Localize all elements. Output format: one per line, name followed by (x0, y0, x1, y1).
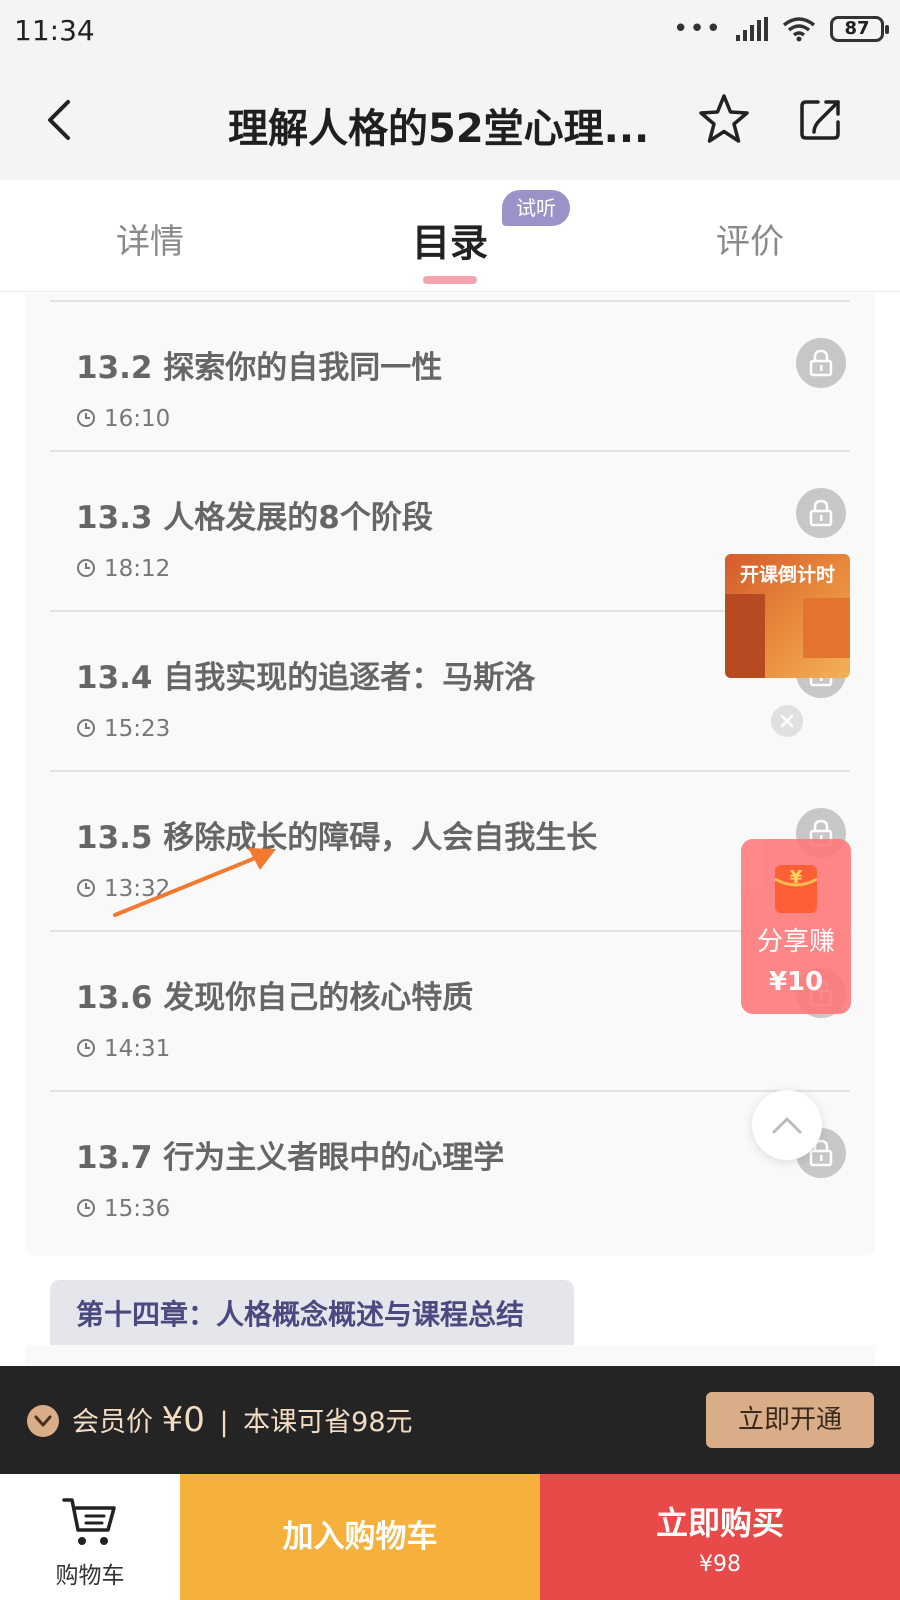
cart-button[interactable]: 购物车 (0, 1474, 180, 1600)
active-tab-indicator (423, 276, 477, 284)
share-earn-button[interactable]: ¥ 分享赚 ¥10 (741, 839, 851, 1014)
lesson-title: 13.2 探索你的自我同一性 (76, 350, 443, 386)
banner-decoration (803, 598, 850, 658)
lesson-duration: 16:10 (104, 406, 171, 432)
clock-icon (77, 1199, 95, 1217)
lock-icon (796, 338, 846, 388)
annotation-arrow-icon (113, 848, 276, 917)
member-price-text: 会员价 ¥0 | 本课可省98元 (72, 1400, 413, 1440)
tab-details[interactable]: 详情 (116, 214, 184, 263)
share-earn-label: 分享赚 (756, 927, 835, 957)
star-icon[interactable] (696, 92, 752, 148)
lesson-title: 13.3 人格发展的8个阶段 (76, 500, 433, 536)
clock-icon (77, 1039, 95, 1057)
cart-label: 购物车 (55, 1563, 125, 1589)
red-packet-icon: ¥ (774, 865, 818, 913)
clock-icon (77, 879, 95, 897)
lesson-duration: 15:23 (104, 716, 171, 742)
battery-indicator: 87 (830, 16, 889, 42)
buy-now-price: ¥98 (699, 1552, 741, 1577)
member-savings: 本课可省98元 (243, 1407, 413, 1438)
member-promo-bar: 会员价 ¥0 | 本课可省98元 立即开通 (0, 1366, 900, 1474)
lesson-duration: 18:12 (104, 556, 171, 582)
trial-badge: 试听 (502, 190, 570, 226)
lesson-title: 13.4 自我实现的追逐者：马斯洛 (76, 660, 536, 696)
lesson-title: 13.7 行为主义者眼中的心理学 (76, 1140, 505, 1176)
buy-now-button[interactable]: 立即购买 ¥98 (540, 1474, 900, 1600)
back-arrow-icon[interactable] (40, 98, 84, 142)
add-to-cart-button[interactable]: 加入购物车 (180, 1474, 540, 1600)
buy-now-label: 立即购买 (655, 1504, 784, 1542)
countdown-label: 开课倒计时 (739, 564, 835, 586)
status-bar: 11:34 ••• 87 (0, 0, 900, 62)
clock-icon (77, 559, 95, 577)
member-label: 会员价 (72, 1407, 153, 1438)
status-time: 11:34 (14, 14, 95, 47)
banner-decoration (725, 594, 765, 678)
activate-membership-button[interactable]: 立即开通 (706, 1392, 874, 1448)
tab-reviews[interactable]: 评价 (716, 214, 784, 263)
lesson-title: 13.6 发现你自己的核心特质 (76, 980, 474, 1016)
tab-catalog[interactable]: 目录 (412, 212, 488, 267)
member-price: ¥0 (161, 1400, 205, 1440)
lesson-item[interactable]: 13.2 探索你的自我同一性 16:10 (50, 300, 850, 460)
svg-text:¥: ¥ (790, 867, 803, 888)
next-chapter-card (25, 1345, 875, 1365)
bottom-action-bar: 购物车 加入购物车 立即购买 ¥98 (0, 1474, 900, 1600)
lesson-duration: 14:31 (104, 1036, 171, 1062)
signal-icon (736, 17, 768, 41)
chevron-up-icon (772, 1117, 802, 1134)
lock-icon (796, 488, 846, 538)
countdown-banner[interactable]: 开课倒计时 (725, 554, 850, 678)
share-icon[interactable] (796, 96, 844, 144)
clock-icon (77, 719, 95, 737)
lesson-item[interactable]: 13.7 行为主义者眼中的心理学 15:36 (50, 1090, 850, 1250)
chapter-header[interactable]: 第十四章：人格概念概述与课程总结 (50, 1280, 574, 1350)
close-icon[interactable] (771, 705, 803, 737)
cart-icon (62, 1498, 116, 1545)
nav-bar: 理解人格的52堂心理... (0, 62, 900, 180)
lesson-item[interactable]: 13.6 发现你自己的核心特质 14:31 (50, 930, 850, 1090)
tab-bar: 详情 目录 试听 评价 (0, 180, 900, 292)
divider: | (219, 1407, 229, 1438)
lesson-list: 13.2 探索你的自我同一性 16:10 13.3 人格发展的8个阶段 18:1… (25, 292, 875, 1256)
scroll-top-button[interactable] (752, 1090, 822, 1160)
wifi-icon (782, 17, 816, 42)
status-icons: ••• 87 (672, 14, 889, 44)
share-earn-amount: ¥10 (768, 967, 824, 997)
lesson-duration: 15:36 (104, 1196, 171, 1222)
notification-dots: ••• (672, 14, 722, 44)
page-title: 理解人格的52堂心理... (228, 106, 650, 152)
clock-icon (77, 409, 95, 427)
vip-badge-icon (27, 1405, 59, 1437)
